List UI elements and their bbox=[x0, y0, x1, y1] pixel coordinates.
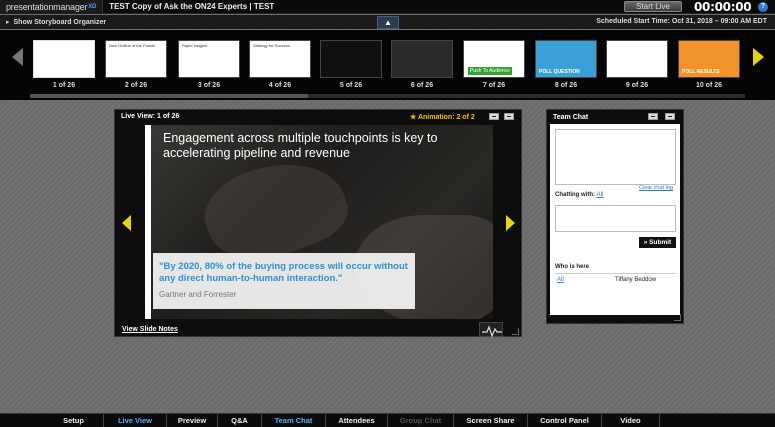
thumbnail-number: 2 of 26 bbox=[124, 82, 148, 89]
view-slide-notes-link[interactable]: View Slide Notes bbox=[122, 326, 178, 333]
chatting-with-link[interactable]: All bbox=[597, 192, 604, 198]
team-chat-panel: Team Chat Clear chat log Chatting with: … bbox=[546, 109, 684, 324]
live-view-panel: Live View: 1 of 26 ★ Animation: 2 of 2 E… bbox=[114, 109, 522, 338]
bottom-navigation: Setup Live View Preview Q&A Team Chat Attende… bbox=[0, 413, 775, 427]
thumbnail-image[interactable]: Rapid Insights bbox=[178, 40, 240, 78]
resize-handle-icon[interactable] bbox=[674, 314, 681, 321]
storyboard-bar: ▸ Show Storyboard Organizer ▲ Scheduled … bbox=[0, 15, 775, 29]
minimize-icon[interactable] bbox=[648, 113, 658, 120]
nav-tab-control-panel[interactable]: Control Panel bbox=[528, 414, 602, 427]
chat-messages-area[interactable] bbox=[555, 129, 676, 185]
resize-handle-icon[interactable] bbox=[512, 328, 519, 335]
thumbnail-number: 7 of 26 bbox=[482, 82, 506, 89]
live-view-title: Live View: 1 of 26 bbox=[121, 113, 180, 120]
animation-text: Animation: 2 of 2 bbox=[417, 114, 475, 121]
nav-tab-setup[interactable]: Setup bbox=[44, 414, 104, 427]
thumbnail-number: 10 of 26 bbox=[695, 82, 723, 89]
slide-headline: Engagement across multiple touchpoints i… bbox=[163, 131, 438, 160]
app-logo: presentationmanager XD bbox=[0, 0, 104, 14]
top-bar: presentationmanager XD TEST Copy of Ask t… bbox=[0, 0, 775, 14]
expand-arrow-icon[interactable]: ▸ bbox=[6, 18, 10, 26]
thumbnail-caption: New Outline of the Funnel bbox=[109, 43, 156, 48]
who-all-link[interactable]: All bbox=[557, 277, 564, 283]
collapse-strip-button[interactable]: ▲ bbox=[377, 16, 399, 29]
strip-next-icon[interactable] bbox=[753, 48, 764, 66]
thumbnail-caption: POLL QUESTION bbox=[539, 69, 580, 75]
thumbnail-caption: Push To Audience bbox=[468, 67, 512, 75]
thumbnail-number: 6 of 26 bbox=[410, 82, 434, 89]
storyboard-organizer-toggle[interactable]: Show Storyboard Organizer bbox=[14, 19, 107, 26]
nav-tab-team-chat[interactable]: Team Chat bbox=[262, 414, 326, 427]
thumbnail-number: 3 of 26 bbox=[197, 82, 221, 89]
who-is-here-list: All Tiffany Beddow bbox=[555, 273, 676, 309]
start-live-button[interactable]: Start Live bbox=[624, 1, 682, 12]
thumbnail-image[interactable] bbox=[606, 40, 668, 78]
chatting-with: Chatting with: All bbox=[555, 192, 603, 198]
thumbnail-image[interactable] bbox=[320, 40, 382, 78]
strip-prev-icon[interactable] bbox=[12, 48, 23, 66]
live-view-footer: View Slide Notes bbox=[115, 322, 521, 338]
thumbnail-image[interactable] bbox=[33, 40, 95, 78]
thumbnail-image[interactable]: Strategy for Success bbox=[249, 40, 311, 78]
thumbnail-number: 5 of 26 bbox=[339, 82, 363, 89]
maximize-icon[interactable] bbox=[665, 113, 675, 120]
minimize-icon[interactable] bbox=[489, 113, 499, 120]
nav-tab-group-chat: Group Chat bbox=[388, 414, 454, 427]
strip-scrollbar[interactable] bbox=[30, 94, 745, 98]
thumbnail-image[interactable]: New Outline of the Funnel bbox=[105, 40, 167, 78]
team-chat-body: Clear chat log Chatting with: All » Subm… bbox=[550, 124, 680, 315]
next-slide-icon[interactable] bbox=[506, 215, 515, 231]
logo-suffix: XD bbox=[88, 3, 97, 10]
thumbnail-image[interactable] bbox=[391, 40, 453, 78]
logo-text: presentationmanager bbox=[6, 1, 88, 12]
team-chat-title: Team Chat bbox=[553, 114, 589, 121]
thumbnail-image[interactable]: Push To Audience bbox=[463, 40, 525, 78]
animation-status: ★ Animation: 2 of 2 bbox=[410, 114, 475, 121]
thumbnail-number: 9 of 26 bbox=[625, 82, 649, 89]
audio-level-icon bbox=[479, 322, 503, 338]
maximize-icon[interactable] bbox=[504, 113, 514, 120]
nav-tab-q-a[interactable]: Q&A bbox=[218, 414, 262, 427]
chat-input[interactable] bbox=[555, 205, 676, 232]
thumbnail-number: 8 of 26 bbox=[554, 82, 578, 89]
slide-quote-box: "By 2020, 80% of the buying process will… bbox=[153, 253, 415, 309]
clear-chat-log-link[interactable]: Clear chat log bbox=[639, 185, 673, 191]
slide-accent-stripe bbox=[145, 125, 151, 319]
nav-tab-preview[interactable]: Preview bbox=[167, 414, 218, 427]
nav-tab-live-view[interactable]: Live View bbox=[104, 414, 167, 427]
chatting-with-label: Chatting with: bbox=[555, 192, 595, 198]
who-is-here-label: Who is here bbox=[555, 264, 590, 270]
scrollbar-thumb[interactable] bbox=[30, 94, 308, 98]
event-timer: 00:00:00 bbox=[694, 0, 752, 14]
live-view-header: Live View: 1 of 26 ★ Animation: 2 of 2 bbox=[115, 110, 521, 123]
thumbnail-number: 1 of 26 bbox=[52, 82, 76, 89]
slide-quote-source: Gartner and Forrester bbox=[159, 290, 237, 299]
nav-tab-video[interactable]: Video bbox=[602, 414, 660, 427]
thumbnail-image[interactable]: POLL RESULTS bbox=[678, 40, 740, 78]
presentation-title: TEST Copy of Ask the ON24 Experts | TEST bbox=[109, 2, 275, 11]
slide-quote: "By 2020, 80% of the buying process will… bbox=[159, 261, 408, 284]
thumbnail-image[interactable]: POLL QUESTION bbox=[535, 40, 597, 78]
thumbnail-caption: Rapid Insights bbox=[182, 43, 208, 48]
slide-thumbnail-strip: 1 of 26 New Outline of the Funnel 2 of 26 R… bbox=[0, 30, 775, 100]
current-slide: Engagement across multiple touchpoints i… bbox=[145, 125, 493, 319]
attendee-name: Tiffany Beddow bbox=[615, 277, 657, 283]
scheduled-start-time: Scheduled Start Time: Oct 31, 2018 – 09:… bbox=[596, 18, 767, 25]
thumbnail-caption: Strategy for Success bbox=[253, 43, 290, 48]
thumbnail-caption: POLL RESULTS bbox=[682, 69, 720, 75]
submit-button[interactable]: » Submit bbox=[639, 237, 676, 248]
prev-slide-icon[interactable] bbox=[122, 215, 131, 231]
nav-tab-attendees[interactable]: Attendees bbox=[326, 414, 388, 427]
thumbnail-number: 4 of 26 bbox=[268, 82, 292, 89]
help-icon[interactable]: ? bbox=[758, 2, 768, 12]
nav-tab-screen-share[interactable]: Screen Share bbox=[454, 414, 528, 427]
